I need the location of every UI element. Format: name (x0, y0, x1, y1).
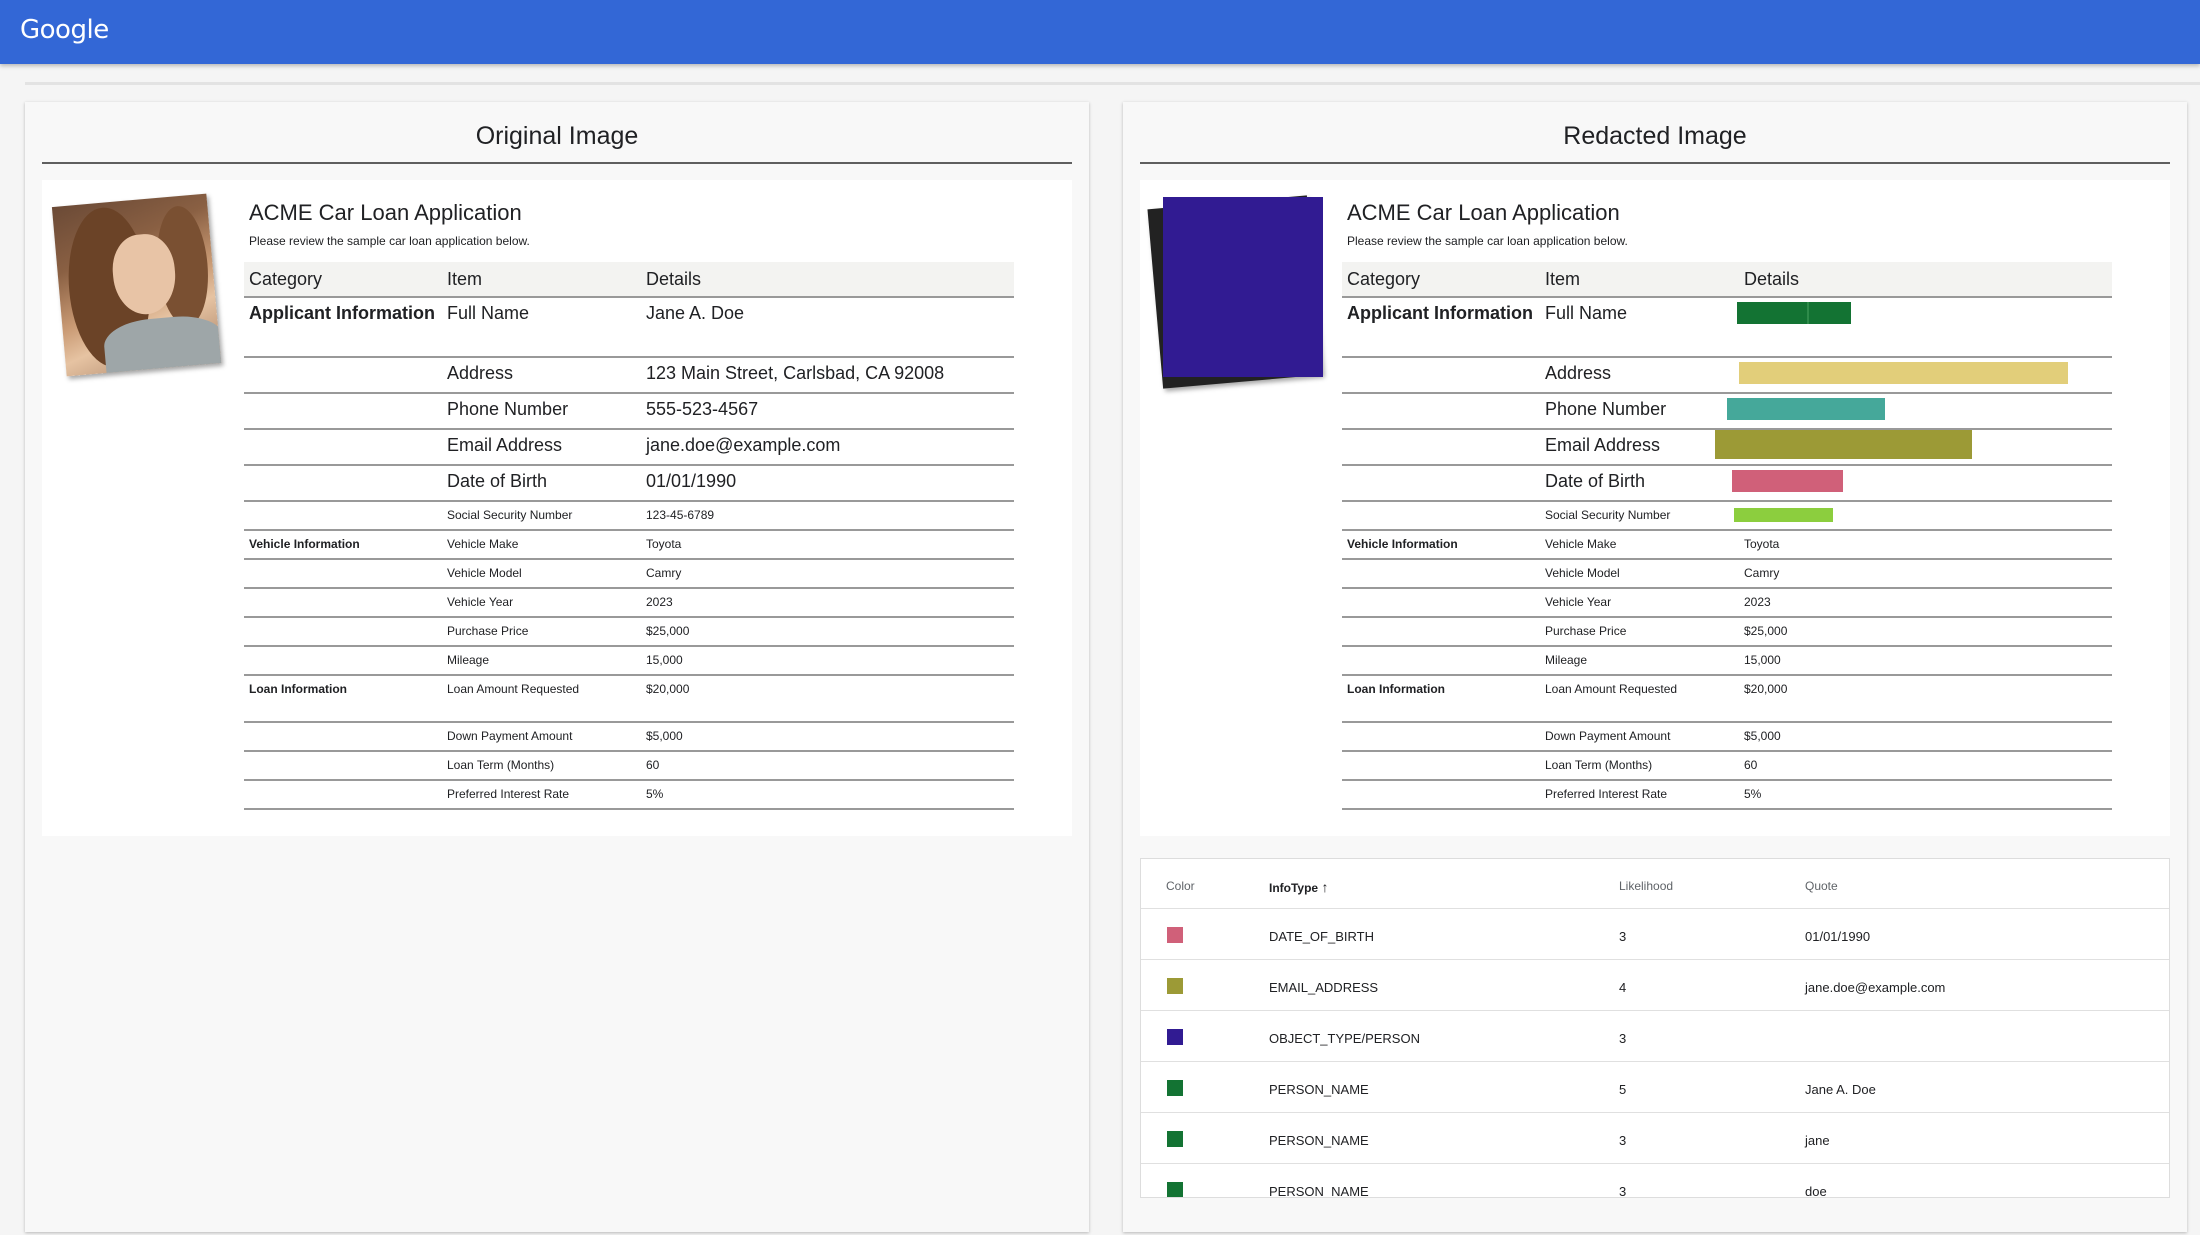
table-row: Preferred Interest Rate 5% (244, 780, 1014, 810)
table-row: Date of Birth (1342, 465, 2112, 502)
table-row: Vehicle Information Vehicle Make Toyota (244, 530, 1014, 560)
finding-row[interactable]: OBJECT_TYPE/PERSON 3 (1141, 1011, 2169, 1062)
table-row: Purchase Price $25,000 (244, 617, 1014, 647)
table-row: Loan Information Loan Amount Requested $… (1342, 675, 2112, 723)
table-row: Social Security Number (1342, 501, 2112, 531)
redaction-box-ssn (1734, 508, 1833, 522)
original-image-panel: Original Image ACME Car Loan Application… (25, 102, 1089, 1232)
table-row: Phone Number 555-523-4567 (244, 393, 1014, 430)
arrow-up-icon[interactable]: ↑ (1321, 879, 1328, 895)
table-row: Email Address (1342, 429, 2112, 466)
column-header-details: Details (641, 262, 1014, 298)
table-row: Applicant Information Full Name (1342, 297, 2112, 358)
table-row: Loan Term (Months) 60 (1342, 751, 2112, 781)
redaction-box-address (1739, 362, 2068, 384)
color-swatch (1167, 1182, 1183, 1197)
table-row: Mileage 15,000 (1342, 646, 2112, 676)
color-swatch (1167, 978, 1183, 994)
redaction-box-full-name (1737, 302, 1851, 324)
redacted-document: ACME Car Loan Application Please review … (1140, 180, 2170, 836)
table-row: Purchase Price $25,000 (1342, 617, 2112, 647)
original-document: ACME Car Loan Application Please review … (42, 180, 1072, 836)
column-header-color: Color (1166, 879, 1195, 893)
column-header-details: Details (1739, 262, 2112, 298)
document-subtitle: Please review the sample car loan applic… (1347, 234, 1628, 248)
finding-row[interactable]: PERSON_NAME 3 jane (1141, 1113, 2169, 1164)
redacted-panel-title: Redacted Image (1140, 102, 2170, 164)
document-title: ACME Car Loan Application (1347, 200, 1620, 225)
finding-row[interactable]: PERSON_NAME 5 Jane A. Doe (1141, 1062, 2169, 1113)
table-row: Vehicle Information Vehicle Make Toyota (1342, 530, 2112, 560)
column-header-category: Category (244, 262, 442, 298)
column-header-item: Item (1540, 262, 1739, 298)
findings-header-row: Color InfoType ↑ Likelihood Quote (1141, 859, 2169, 909)
column-header-likelihood: Likelihood (1619, 879, 1674, 893)
finding-row[interactable]: DATE_OF_BIRTH 3 01/01/1990 (1141, 909, 2169, 960)
table-row: Vehicle Model Camry (1342, 559, 2112, 589)
column-header-category: Category (1342, 262, 1540, 298)
finding-row[interactable]: EMAIL_ADDRESS 4 jane.doe@example.com (1141, 960, 2169, 1011)
top-app-bar: Google (0, 0, 2200, 64)
google-logo[interactable]: Google (20, 15, 109, 45)
table-row: Date of Birth 01/01/1990 (244, 465, 1014, 502)
table-row: Applicant Information Full Name Jane A. … (244, 297, 1014, 358)
redaction-box-email (1715, 430, 1972, 459)
redaction-box-dob (1732, 470, 1843, 492)
table-row: Address 123 Main Street, Carlsbad, CA 92… (244, 357, 1014, 394)
color-swatch (1167, 1080, 1183, 1096)
table-row: Preferred Interest Rate 5% (1342, 780, 2112, 810)
redacted-photo-box (1163, 197, 1323, 377)
divider (25, 82, 2200, 85)
redacted-image-panel: Redacted Image ACME Car Loan Application… (1123, 102, 2187, 1232)
column-header-infotype[interactable]: InfoType ↑ (1269, 879, 1328, 895)
loan-table: Category Item Details Applicant Informat… (244, 262, 1014, 810)
finding-row[interactable]: PERSON_NAME 3 doe (1141, 1164, 2169, 1197)
findings-table: Color InfoType ↑ Likelihood Quote DATE_O… (1140, 858, 2170, 1198)
original-panel-title: Original Image (42, 102, 1072, 164)
redacted-loan-table: Category Item Details Applicant Informat… (1342, 262, 2112, 810)
column-header-quote: Quote (1805, 879, 1838, 893)
table-row: Address (1342, 357, 2112, 394)
color-swatch (1167, 1131, 1183, 1147)
document-title: ACME Car Loan Application (249, 200, 522, 225)
table-row: Vehicle Year 2023 (244, 588, 1014, 618)
table-row: Loan Term (Months) 60 (244, 751, 1014, 781)
document-subtitle: Please review the sample car loan applic… (249, 234, 530, 248)
table-row: Down Payment Amount $5,000 (1342, 722, 2112, 752)
color-swatch (1167, 1029, 1183, 1045)
color-swatch (1167, 927, 1183, 943)
table-row: Email Address jane.doe@example.com (244, 429, 1014, 466)
table-row: Vehicle Model Camry (244, 559, 1014, 589)
applicant-photo (51, 193, 222, 377)
table-row: Loan Information Loan Amount Requested $… (244, 675, 1014, 723)
table-row: Social Security Number 123-45-6789 (244, 501, 1014, 531)
table-row: Down Payment Amount $5,000 (244, 722, 1014, 752)
column-header-item: Item (442, 262, 641, 298)
table-row: Mileage 15,000 (244, 646, 1014, 676)
table-row: Phone Number (1342, 393, 2112, 430)
table-row: Vehicle Year 2023 (1342, 588, 2112, 618)
redaction-box-phone (1727, 398, 1885, 420)
